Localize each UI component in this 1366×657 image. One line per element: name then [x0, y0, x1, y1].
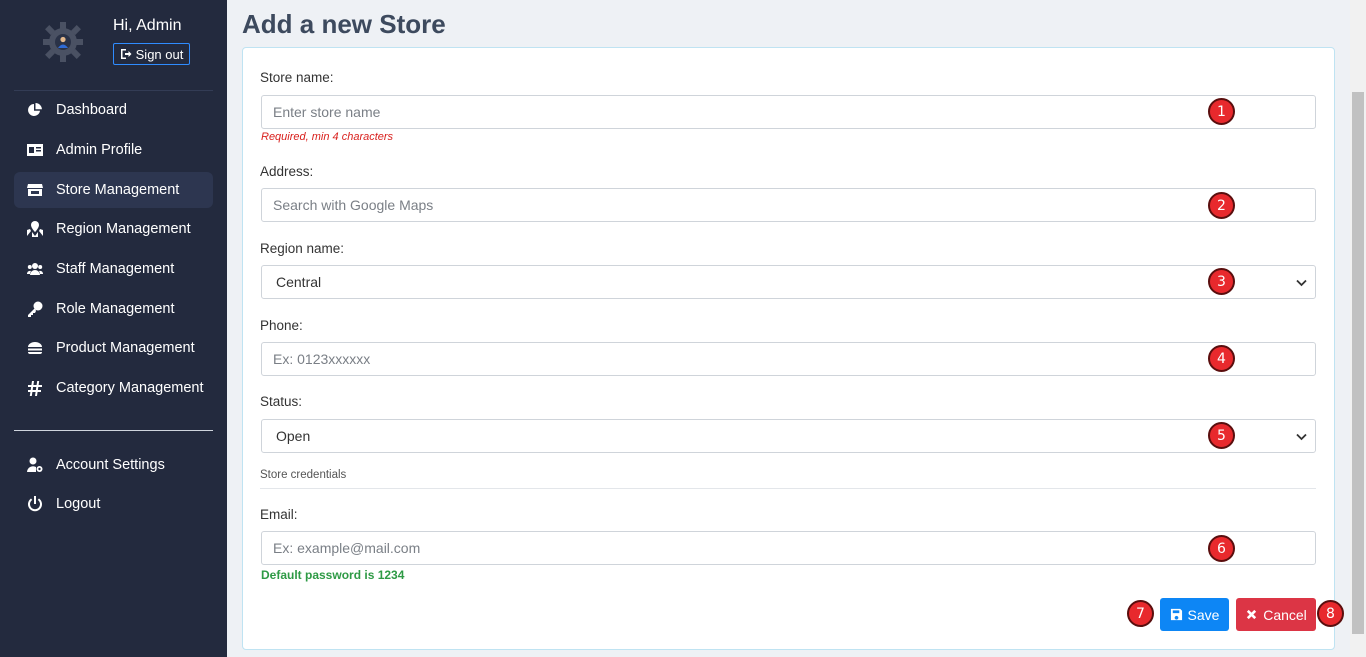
step-badge: 7: [1127, 600, 1154, 627]
address-input[interactable]: [262, 189, 1315, 221]
key-icon: [14, 301, 56, 317]
save-button[interactable]: Save: [1160, 598, 1229, 631]
sidebar-item-logout[interactable]: Logout: [14, 486, 213, 522]
sign-out-label: Sign out: [135, 46, 184, 62]
sidebar-item-label: Account Settings: [56, 457, 165, 473]
sidebar-item-category-management[interactable]: Category Management: [14, 370, 213, 406]
step-badge: 2: [1208, 192, 1235, 219]
chevron-down-icon: [1296, 279, 1307, 287]
phone-input[interactable]: [262, 343, 1315, 375]
address-field-wrapper: [261, 188, 1316, 222]
hashtag-icon: [14, 380, 56, 396]
sidebar-item-label: Category Management: [56, 380, 204, 396]
sign-out-button[interactable]: Sign out: [113, 43, 190, 65]
user-cog-icon: [14, 457, 56, 473]
burger-icon: [14, 340, 56, 356]
region-label: Region name:: [260, 241, 345, 256]
page-title: Add a new Store: [242, 9, 446, 39]
email-input[interactable]: [262, 532, 1315, 564]
id-card-icon: [14, 142, 56, 158]
step-badge: 6: [1208, 535, 1235, 562]
chevron-down-icon: [1296, 433, 1307, 441]
region-select-value: Central: [276, 274, 322, 290]
profile-header: Hi, Admin Sign out: [0, 0, 227, 90]
step-badge: 8: [1317, 600, 1344, 627]
cancel-label: Cancel: [1263, 606, 1307, 623]
sidebar-item-label: Region Management: [56, 221, 191, 237]
divider: [14, 90, 213, 91]
sidebar-item-store-management[interactable]: Store Management: [14, 172, 213, 208]
store-name-hint: Required, min 4 characters: [261, 131, 394, 143]
email-field-wrapper: [261, 531, 1316, 565]
sidebar-item-staff-management[interactable]: Staff Management: [14, 251, 213, 287]
step-badge: 3: [1208, 268, 1235, 295]
store-name-field-wrapper: [261, 95, 1316, 129]
sidebar-item-label: Dashboard: [56, 102, 127, 118]
phone-field-wrapper: [261, 342, 1316, 376]
sidebar-item-dashboard[interactable]: Dashboard: [14, 92, 213, 128]
sidebar-item-product-management[interactable]: Product Management: [14, 330, 213, 366]
sidebar-item-account-settings[interactable]: Account Settings: [14, 447, 213, 483]
store-name-input[interactable]: [262, 96, 1315, 128]
close-icon: [1247, 609, 1257, 620]
sidebar-item-label: Staff Management: [56, 261, 175, 277]
sidebar: Hi, Admin Sign out Dashboard Admin Profi…: [0, 0, 227, 657]
sidebar-item-label: Admin Profile: [56, 142, 143, 158]
cancel-button[interactable]: Cancel: [1236, 598, 1316, 631]
sidebar-item-label: Store Management: [56, 182, 180, 198]
greeting: Hi, Admin: [113, 17, 182, 34]
scrollbar-thumb[interactable]: [1352, 92, 1364, 634]
region-select[interactable]: Central: [261, 265, 1316, 299]
map-marked-icon: [14, 221, 56, 237]
email-label: Email:: [260, 507, 298, 522]
sidebar-item-label: Product Management: [56, 340, 195, 356]
divider: [260, 488, 1316, 489]
store-icon: [14, 182, 56, 198]
divider: [14, 430, 213, 431]
step-badge: 1: [1208, 98, 1235, 125]
store-name-label: Store name:: [260, 70, 334, 85]
sidebar-item-label: Logout: [56, 496, 101, 512]
section-heading: Store credentials: [260, 469, 347, 481]
sidebar-item-role-management[interactable]: Role Management: [14, 291, 213, 327]
power-icon: [14, 496, 56, 512]
step-badge: 4: [1208, 345, 1235, 372]
gear-avatar-icon: [43, 22, 83, 62]
sidebar-item-region-management[interactable]: Region Management: [14, 211, 213, 247]
sidebar-item-label: Role Management: [56, 301, 175, 317]
pie-chart-icon: [14, 102, 56, 118]
status-select-value: Open: [276, 428, 311, 444]
address-label: Address:: [260, 164, 314, 179]
sidebar-item-admin-profile[interactable]: Admin Profile: [14, 132, 213, 168]
users-icon: [14, 261, 56, 277]
status-select[interactable]: Open: [261, 419, 1316, 453]
email-hint: Default password is 1234: [261, 568, 405, 582]
status-label: Status:: [260, 394, 303, 409]
step-badge: 5: [1208, 422, 1235, 449]
save-label: Save: [1187, 606, 1220, 623]
save-icon: [1170, 608, 1182, 621]
sign-out-icon: [120, 49, 132, 59]
phone-label: Phone:: [260, 318, 303, 333]
